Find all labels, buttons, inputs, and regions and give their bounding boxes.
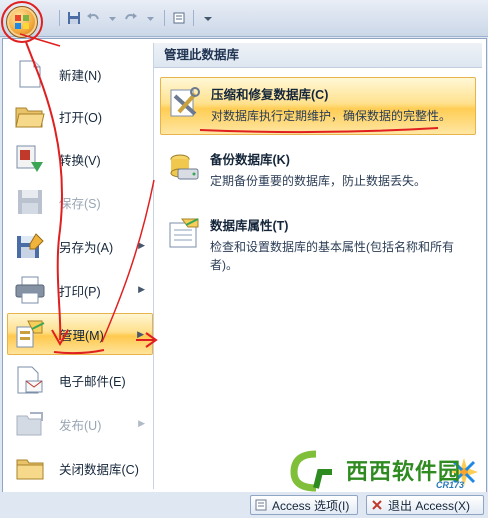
printer-icon [13,273,47,307]
menu-item-label: 打印(P) [59,284,101,299]
print-preview-icon[interactable] [171,10,187,26]
redo-icon[interactable] [123,10,139,26]
open-folder-icon [13,99,47,133]
watermark-subtext: CR173 [436,480,465,490]
redo-dropdown-icon[interactable] [142,10,158,26]
email-icon [13,363,47,397]
options-icon [255,499,267,511]
save-disk-icon [13,185,47,219]
menu-item-email[interactable]: 电子邮件(E) [7,359,153,401]
menu-item-save-as[interactable]: 另存为(A) ▶ [7,225,153,267]
exit-icon [372,500,382,510]
compact-repair-item[interactable]: 压缩和修复数据库(C) 对数据库执行定期维护，确保数据的完整性。 [160,77,476,135]
close-database-icon [13,451,47,485]
menu-item-label: 电子邮件(E) [59,374,126,389]
submenu-arrow-icon: ▶ [137,329,144,339]
manage-database-icon [14,317,48,351]
undo-dropdown-icon[interactable] [104,10,120,26]
save-as-icon [13,229,47,263]
menu-item-label: 保存(S) [59,196,101,211]
manage-submenu: 管理此数据库 压缩和修复数据库(C) 对数据库执行定期维护，确保数据的完整性。 … [154,43,482,489]
save-icon[interactable] [66,10,82,26]
office-logo-icon [15,15,29,29]
database-properties-item[interactable]: 数据库属性(T) 检查和设置数据库的基本属性(包括名称和所有者)。 [160,209,476,285]
access-options-label: Access 选项(I) [272,498,350,513]
item-description: 检查和设置数据库的基本属性(包括名称和所有者)。 [210,240,454,272]
menu-item-publish[interactable]: 发布(U) ▶ [7,403,153,445]
menu-item-close-database[interactable]: 关闭数据库(C) [7,447,153,489]
publish-icon [13,407,47,441]
menu-item-label: 另存为(A) [59,240,114,255]
menu-item-convert[interactable]: 转换(V) [7,138,153,180]
item-description: 对数据库执行定期维护，确保数据的完整性。 [211,109,452,123]
customize-toolbar-icon[interactable] [200,10,216,26]
backup-database-item[interactable]: 备份数据库(K) 定期备份重要的数据库，防止数据丢失。 [160,143,476,201]
compact-repair-icon [169,86,201,118]
submenu-arrow-icon: ▶ [138,284,145,294]
menu-item-label: 转换(V) [59,153,101,168]
new-document-icon [13,57,47,91]
submenu-arrow-icon: ▶ [138,418,145,428]
menu-item-label: 关闭数据库(C) [59,462,139,477]
menu-item-open[interactable]: 打开(O) [7,95,153,137]
exit-access-button[interactable]: 退出 Access(X) [366,495,484,515]
menu-item-label: 打开(O) [59,110,103,125]
office-menu: 新建(N) 打开(O) 转换(V) 保存(S) 另存为(A) ▶ 打印(P) ▶ [2,38,487,494]
pane-title: 管理此数据库 [154,43,482,68]
access-options-button[interactable]: Access 选项(I) [250,495,358,515]
database-properties-icon [168,217,200,249]
menu-item-manage[interactable]: 管理(M) ▶ [7,313,153,355]
menu-item-print[interactable]: 打印(P) ▶ [7,269,153,311]
menu-item-label: 管理(M) [60,328,104,343]
office-button[interactable] [6,6,38,38]
menu-footer: Access 选项(I) 退出 Access(X) [0,492,488,518]
menu-item-save[interactable]: 保存(S) [7,181,153,223]
exit-access-label: 退出 Access(X) [388,498,471,513]
item-description: 定期备份重要的数据库，防止数据丢失。 [210,174,427,188]
submenu-arrow-icon: ▶ [138,240,145,250]
menu-item-label: 发布(U) [59,418,102,433]
backup-database-icon [168,151,200,183]
menu-item-new[interactable]: 新建(N) [7,53,153,95]
menu-item-label: 新建(N) [59,68,102,83]
convert-icon [13,142,47,176]
item-title: 备份数据库(K) [210,153,290,167]
quick-access-toolbar [0,0,488,38]
item-title: 压缩和修复数据库(C) [211,88,329,102]
undo-icon[interactable] [85,10,101,26]
item-title: 数据库属性(T) [210,219,289,233]
